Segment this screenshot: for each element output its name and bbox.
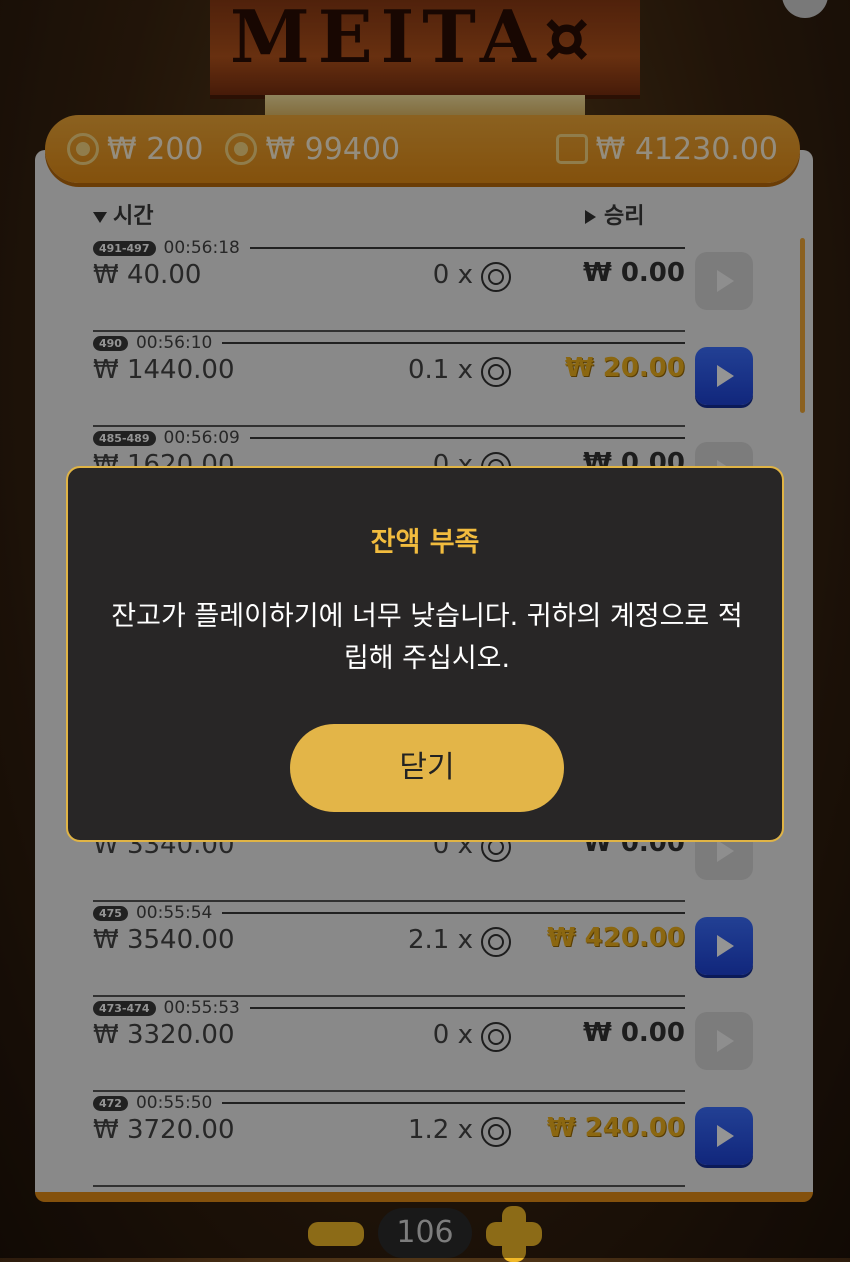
dialog-message: 잔고가 플레이하기에 너무 낮습니다. 귀하의 계정으로 적립해 주십시오. xyxy=(111,601,743,674)
close-button[interactable]: 닫기 xyxy=(290,724,564,812)
dialog-title: 잔액 부족 xyxy=(370,527,480,558)
insufficient-balance-dialog: 잔액 부족 잔고가 플레이하기에 너무 낮습니다. 귀하의 계정으로 적립해 주… xyxy=(66,466,784,842)
